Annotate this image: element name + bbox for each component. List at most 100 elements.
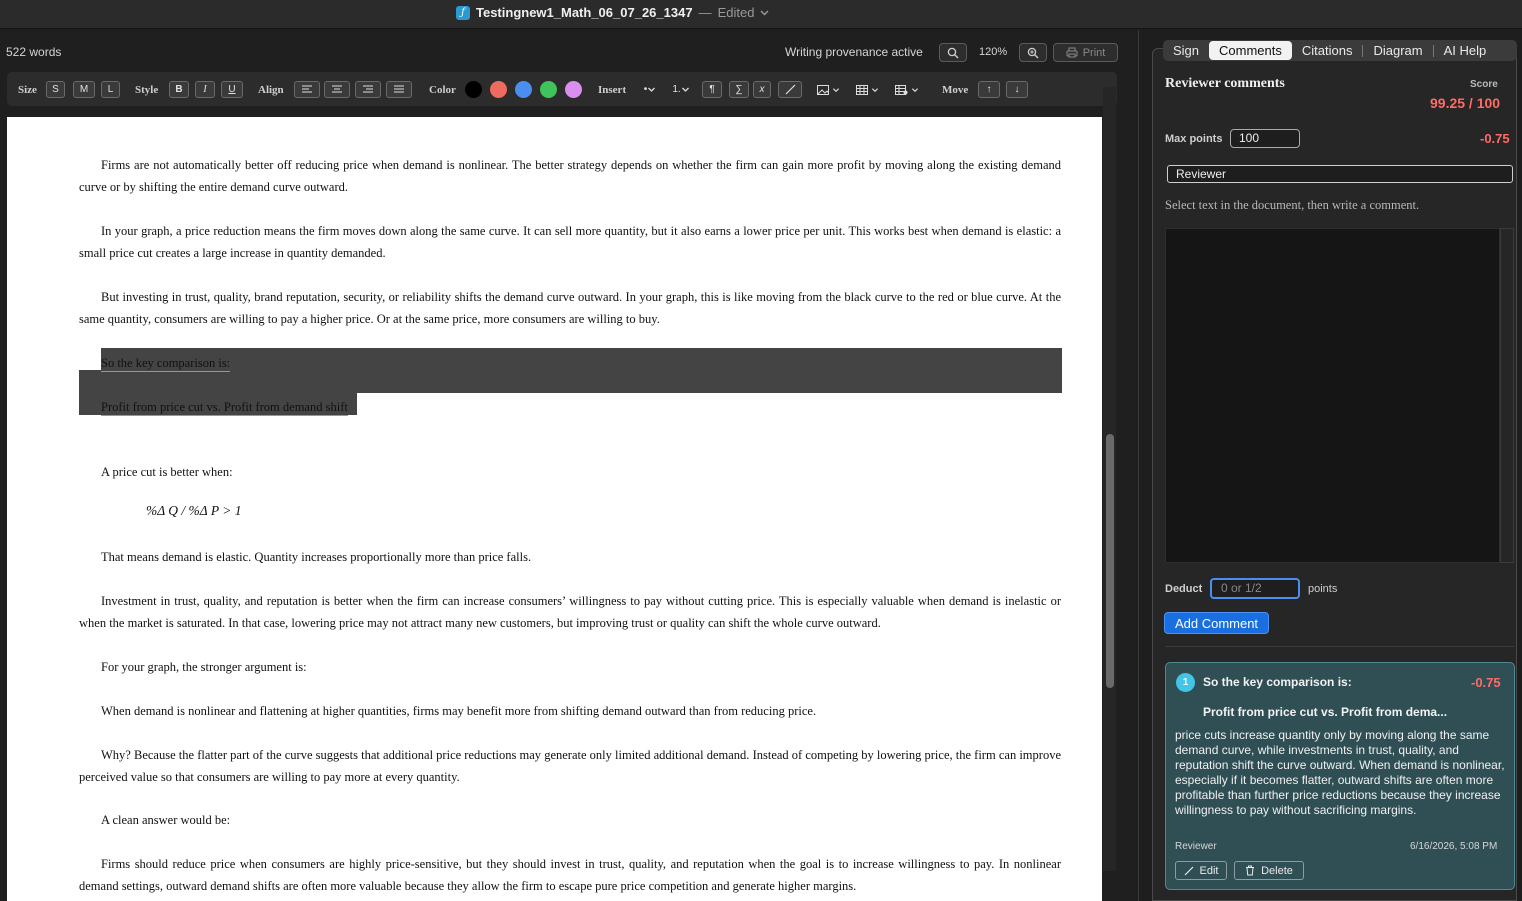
paragraph-2[interactable]: In your graph, a price reduction means t…: [79, 220, 1061, 264]
insert-image-button[interactable]: [814, 81, 842, 98]
align-right-button[interactable]: [355, 81, 381, 98]
move-down-button[interactable]: ↓: [1006, 81, 1028, 98]
align-justify-icon: [394, 85, 404, 93]
paragraph-11[interactable]: Firms should reduce price when consumers…: [79, 853, 1061, 897]
pencil-icon: [785, 84, 795, 95]
tab-sign[interactable]: Sign: [1163, 41, 1209, 60]
window-title[interactable]: ƒ Testingnew1_Math_06_07_26_1347 — Edite…: [456, 5, 769, 20]
commented-text-line-2[interactable]: Profit from price cut vs. Profit from de…: [101, 399, 348, 416]
tab-ai-help[interactable]: AI Help: [1434, 41, 1497, 60]
print-button[interactable]: Print: [1053, 43, 1118, 62]
document-page[interactable]: Firms are not automatically better off r…: [7, 117, 1102, 901]
edit-comment-button[interactable]: Edit: [1175, 861, 1227, 880]
comment-quote-line-2: Profit from price cut vs. Profit from de…: [1203, 705, 1448, 719]
color-green-swatch[interactable]: [540, 81, 557, 98]
table-settings-icon: [895, 84, 908, 95]
style-label: Style: [135, 84, 159, 96]
panel-title: Reviewer comments: [1165, 76, 1285, 91]
comment-textarea[interactable]: [1165, 228, 1500, 563]
printer-icon: [1066, 47, 1078, 58]
add-comment-button[interactable]: Add Comment: [1164, 612, 1269, 634]
delete-comment-button[interactable]: Delete: [1234, 861, 1304, 880]
align-justify-button[interactable]: [386, 81, 412, 98]
image-icon: [816, 84, 829, 95]
panel-divider[interactable]: [1138, 30, 1139, 901]
paragraph-1[interactable]: Firms are not automatically better off r…: [79, 154, 1061, 198]
align-center-button[interactable]: [324, 81, 350, 98]
format-toolbar: Size S M L Style B I U Align Color Inser…: [7, 72, 1117, 106]
status-bar: 522 words Writing provenance active 120%…: [0, 30, 1138, 70]
print-label: Print: [1082, 46, 1106, 59]
variable-button[interactable]: x: [753, 81, 771, 98]
magnifier-icon: [947, 47, 959, 58]
paragraph-9[interactable]: Why? Because the flatter part of the cur…: [79, 744, 1061, 788]
word-count: 522 words: [6, 45, 62, 59]
elasticity-formula[interactable]: %Δ Q / %Δ P > 1: [146, 503, 241, 519]
comment-body: price cuts increase quantity only by mov…: [1175, 728, 1505, 817]
paragraph-5[interactable]: That means demand is elastic. Quantity i…: [101, 546, 1083, 568]
paragraph-4[interactable]: A price cut is better when:: [101, 461, 1083, 483]
equation-button[interactable]: ∑: [729, 81, 749, 98]
align-label: Align: [258, 84, 284, 96]
bullet-list-button[interactable]: •: [639, 81, 661, 98]
numbered-glyph: 1.: [672, 84, 681, 95]
color-purple-swatch[interactable]: [565, 81, 582, 98]
tab-citations[interactable]: Citations: [1292, 41, 1363, 60]
size-large-button[interactable]: L: [101, 81, 120, 98]
title-bar: ƒ Testingnew1_Math_06_07_26_1347 — Edite…: [0, 0, 1522, 29]
bold-button[interactable]: B: [169, 81, 189, 98]
comment-deduction: -0.75: [1471, 675, 1501, 690]
comment-hint: Select text in the document, then write …: [1165, 198, 1420, 212]
table-options-button[interactable]: [892, 81, 922, 98]
paragraph-7[interactable]: For your graph, the stronger argument is…: [101, 656, 1083, 678]
score-value: 99.25 / 100: [1430, 95, 1501, 111]
max-points-input[interactable]: 100: [1230, 129, 1300, 148]
color-label: Color: [429, 84, 456, 96]
commented-text-line-1[interactable]: So the key comparison is:: [101, 355, 231, 372]
color-red-swatch[interactable]: [490, 81, 507, 98]
paragraph-3[interactable]: But investing in trust, quality, brand r…: [79, 286, 1061, 330]
align-left-button[interactable]: [294, 81, 320, 98]
section-divider: [1165, 646, 1514, 647]
size-medium-button[interactable]: M: [73, 81, 95, 98]
chevron-down-icon: [648, 87, 656, 92]
color-black-swatch[interactable]: [465, 81, 482, 98]
underline-button[interactable]: U: [221, 81, 243, 98]
trash-icon: [1246, 865, 1255, 876]
pencil-icon: [1184, 866, 1193, 875]
editor-area: 522 words Writing provenance active 120%…: [0, 30, 1138, 901]
zoom-in-button[interactable]: [1019, 43, 1047, 62]
edit-label: Edit: [1199, 864, 1219, 877]
comment-textarea-scrollbar[interactable]: [1500, 228, 1514, 563]
reviewer-name-input[interactable]: Reviewer: [1167, 165, 1513, 183]
chevron-down-icon: [832, 87, 839, 92]
move-label: Move: [942, 84, 969, 96]
zoom-out-button[interactable]: [939, 43, 967, 62]
delete-label: Delete: [1261, 864, 1293, 877]
color-blue-swatch[interactable]: [515, 81, 532, 98]
italic-button[interactable]: I: [195, 81, 215, 98]
title-separator: —: [698, 5, 712, 20]
move-up-button[interactable]: ↑: [978, 81, 1000, 98]
scrollbar-thumb[interactable]: [1106, 434, 1114, 688]
draw-button[interactable]: [778, 81, 802, 98]
chevron-down-icon: [681, 87, 689, 92]
deduct-input[interactable]: 0 or 1/2: [1210, 578, 1300, 599]
selection-highlight: [101, 348, 1062, 393]
max-points-label: Max points: [1165, 133, 1223, 145]
comment-quote-line-1: So the key comparison is:: [1203, 675, 1352, 689]
insert-table-button[interactable]: [853, 81, 881, 98]
numbered-list-button[interactable]: 1.: [669, 81, 693, 98]
align-right-icon: [363, 85, 373, 93]
paragraph-8[interactable]: When demand is nonlinear and flattening …: [101, 700, 1083, 722]
chevron-down-icon[interactable]: [760, 8, 769, 17]
size-small-button[interactable]: S: [46, 81, 65, 98]
paragraph-6[interactable]: Investment in trust, quality, and reputa…: [79, 590, 1061, 634]
chevron-down-icon: [911, 87, 919, 92]
paragraph-10[interactable]: A clean answer would be:: [101, 809, 1083, 831]
zoom-in-icon: [1027, 47, 1039, 58]
panel-tabs: Sign Comments Citations Diagram AI Help: [1163, 40, 1517, 61]
tab-comments[interactable]: Comments: [1209, 41, 1292, 60]
tab-diagram[interactable]: Diagram: [1363, 41, 1432, 60]
paragraph-button[interactable]: ¶: [702, 81, 722, 98]
